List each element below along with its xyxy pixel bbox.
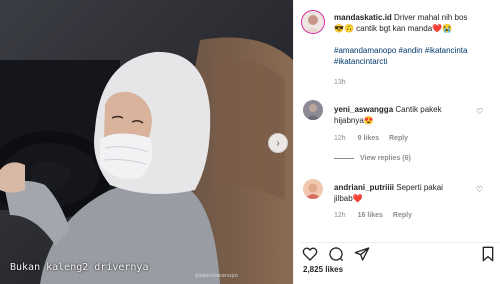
post-hashtags: #amandamanopo #andin #ikatancinta #ikata… xyxy=(334,45,500,67)
reply-button[interactable]: Reply xyxy=(389,135,408,142)
comment-text: yeni_aswangga Cantik pakek hijabnya😍 xyxy=(334,104,474,126)
video-caption-overlay: Bukan kaleng2 drivernya xyxy=(10,262,149,273)
heart-icon[interactable] xyxy=(302,246,318,262)
avatar[interactable] xyxy=(301,10,325,34)
comment-meta: 12h 9 likes Reply xyxy=(334,135,408,142)
comment-text: andriani_putriiii Seperti pakai jilbab❤️ xyxy=(334,182,474,204)
comment-text-line-1: Cantik pakek xyxy=(395,105,442,114)
hashtags-line-2[interactable]: #ikatancintarcti xyxy=(334,57,387,66)
comment-username[interactable]: yeni_aswangga xyxy=(334,105,393,114)
instagram-post: Bukan kaleng2 drivernya @amandamanopo › … xyxy=(0,0,500,284)
comment-text-line-2: jilbab❤️ xyxy=(334,194,363,203)
comment-meta: 12h 16 likes Reply xyxy=(334,212,412,219)
avatar-image xyxy=(302,11,324,33)
post-media-video[interactable]: Bukan kaleng2 drivernya @amandamanopo › xyxy=(0,0,293,284)
view-replies-button[interactable]: View replies (6) xyxy=(334,155,411,162)
chevron-right-icon[interactable]: › xyxy=(268,133,288,153)
reply-button[interactable]: Reply xyxy=(393,212,412,219)
share-icon[interactable] xyxy=(354,246,370,262)
avatar[interactable] xyxy=(303,179,323,199)
post-caption: mandaskatic.id Driver mahal nih bos 😎🙃 c… xyxy=(334,12,500,34)
video-frame-illustration xyxy=(0,0,293,284)
post-likes-count[interactable]: 2,825 likes xyxy=(303,265,343,274)
comment-icon[interactable] xyxy=(328,246,344,262)
comment-time: 12h xyxy=(334,135,346,142)
avatar[interactable] xyxy=(303,100,323,120)
avatar-image xyxy=(303,179,323,199)
heart-icon[interactable]: ♡ xyxy=(476,185,483,194)
divider-line xyxy=(334,158,354,159)
comment-time: 12h xyxy=(334,212,346,219)
comment-likes[interactable]: 9 likes xyxy=(358,135,379,142)
caption-line-1: Driver mahal nih bos xyxy=(394,13,468,22)
hashtags-line-1[interactable]: #amandamanopo #andin #ikatancinta xyxy=(334,46,467,55)
comment-username[interactable]: andriani_putriiii xyxy=(334,183,394,192)
avatar-image xyxy=(303,100,323,120)
comment-text-line-1: Seperti pakai xyxy=(396,183,443,192)
bookmark-icon[interactable] xyxy=(480,246,496,262)
post-time: 13h xyxy=(334,79,346,86)
action-bar xyxy=(300,242,500,263)
view-replies-label: View replies (6) xyxy=(360,155,411,162)
post-username[interactable]: mandaskatic.id xyxy=(334,13,392,22)
caption-line-2: 😎🙃 cantik bgt kan manda❤️😭 xyxy=(334,24,453,33)
comment-text-line-2: hijabnya😍 xyxy=(334,116,374,125)
video-watermark: @amandamanopo xyxy=(195,273,239,279)
heart-icon[interactable]: ♡ xyxy=(476,107,483,116)
comment-likes[interactable]: 16 likes xyxy=(358,212,383,219)
